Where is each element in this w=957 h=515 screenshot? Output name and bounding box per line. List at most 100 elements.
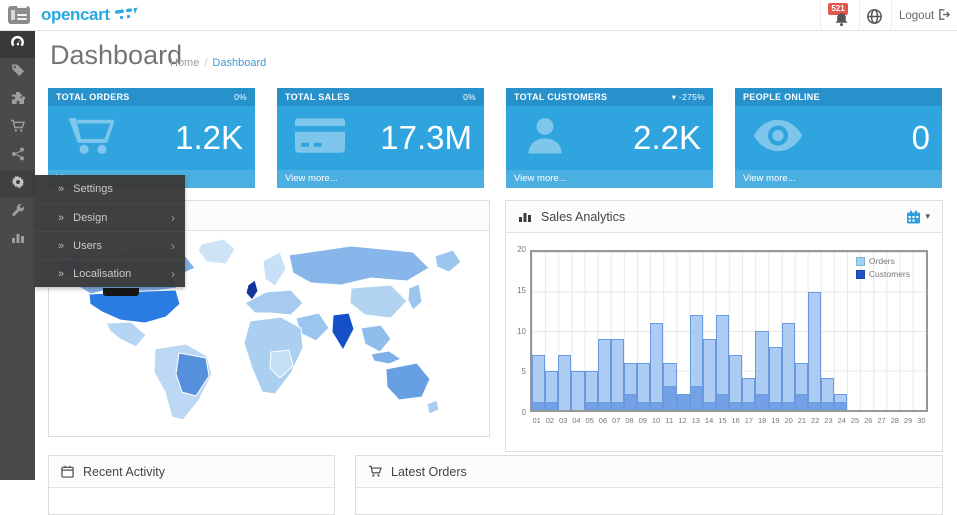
notifications-bell-button[interactable]: 521 <box>828 2 858 30</box>
bar-chart-icon <box>11 231 25 249</box>
tile-view-more-link[interactable]: View more... <box>277 170 484 188</box>
customers-bar <box>703 402 716 410</box>
chart-bar-slot <box>663 252 676 410</box>
chart-bar-slot <box>808 252 821 410</box>
chart-bar-slot <box>650 252 663 410</box>
y-axis-label: 0 <box>522 408 526 417</box>
submenu-item-users[interactable]: »Users› <box>35 231 185 259</box>
tile-view-more-link[interactable]: View more... <box>506 170 713 188</box>
x-axis-label: 06 <box>596 416 609 425</box>
chevron-right-icon: › <box>171 267 175 281</box>
double-chevron-icon: » <box>58 183 64 195</box>
page-title: Dashboard <box>50 40 182 71</box>
tile-value: 2.2K <box>633 106 701 170</box>
legend-label: Customers <box>869 269 910 279</box>
x-axis-label: 09 <box>636 416 649 425</box>
double-chevron-icon: » <box>58 240 64 252</box>
submenu-item-label: Design <box>73 212 171 224</box>
customers-bar <box>690 386 703 410</box>
menu-toggle-icon[interactable] <box>8 6 30 24</box>
tile-view-more-link[interactable]: View more... <box>735 170 942 188</box>
legend-swatch <box>856 270 865 279</box>
x-axis-label: 10 <box>649 416 662 425</box>
sidebar-item-sales[interactable] <box>0 114 35 142</box>
calendar-dropdown-button[interactable]: ▾ <box>906 210 930 224</box>
customers-bar <box>585 402 598 410</box>
chart-bar-slot <box>716 252 729 410</box>
wrench-icon <box>11 203 25 222</box>
customers-bar <box>716 394 729 410</box>
tile-value: 1.2K <box>175 106 243 170</box>
x-axis-label: 26 <box>862 416 875 425</box>
recent-activity-panel: Recent Activity <box>48 455 335 515</box>
globe-icon[interactable] <box>866 8 884 26</box>
submenu-item-localisation[interactable]: »Localisation› <box>35 259 185 287</box>
chart-bar-slot <box>532 252 545 410</box>
y-axis-label: 5 <box>522 367 526 376</box>
customers-bar <box>637 402 650 410</box>
sidebar-item-reports[interactable] <box>0 226 35 254</box>
chart-bar-slot <box>624 252 637 410</box>
x-axis-label: 13 <box>689 416 702 425</box>
x-axis-label: 07 <box>610 416 623 425</box>
sidebar-item-marketing[interactable] <box>0 142 35 170</box>
x-axis-label: 24 <box>835 416 848 425</box>
customers-bar <box>795 394 808 410</box>
stat-tile-total-orders: TOTAL ORDERS0%1.2KView more... <box>48 88 255 188</box>
orders-bar <box>782 323 795 410</box>
calendar-icon <box>61 465 74 478</box>
cart-logo-icon <box>114 7 138 27</box>
customers-bar <box>532 402 545 410</box>
orders-bar <box>769 347 782 410</box>
customers-bar <box>729 402 742 410</box>
sidebar-item-catalog[interactable] <box>0 58 35 86</box>
opencart-logo[interactable]: opencart <box>41 5 138 27</box>
submenu-item-label: Settings <box>73 183 175 195</box>
orders-bar <box>703 339 716 410</box>
chart-bar-slot <box>598 252 611 410</box>
submenu-item-design[interactable]: »Design› <box>35 203 185 231</box>
chart-bar-slot <box>571 252 584 410</box>
stat-tile-total-customers: TOTAL CUSTOMERS▾ -275%2.2KView more... <box>506 88 713 188</box>
sidebar-item-system[interactable] <box>0 170 35 198</box>
sidebar-item-extensions[interactable] <box>0 86 35 114</box>
chart-bar-slot <box>755 252 768 410</box>
breadcrumb-home[interactable]: Home <box>170 57 199 69</box>
y-axis-label: 20 <box>517 245 526 254</box>
customers-bar <box>742 402 755 410</box>
customers-bar <box>598 402 611 410</box>
x-axis-label: 19 <box>769 416 782 425</box>
breadcrumb: Home/Dashboard <box>170 57 266 69</box>
chart-bar-slot <box>729 252 742 410</box>
top-bar: opencart 521 Logout <box>0 0 957 31</box>
sidebar-item-dashboard[interactable] <box>0 30 35 58</box>
x-axis-label: 22 <box>809 416 822 425</box>
tile-title: TOTAL SALES <box>285 92 350 102</box>
recent-activity-title: Recent Activity <box>83 465 165 479</box>
x-axis-label: 23 <box>822 416 835 425</box>
x-axis-label: 01 <box>530 416 543 425</box>
tile-percent: ▾ -275% <box>672 92 705 103</box>
latest-orders-title: Latest Orders <box>391 465 467 479</box>
customers-bar <box>834 402 847 410</box>
sales-analytics-panel: Sales Analytics ▾ 20151050 0102030405060… <box>505 200 943 452</box>
x-axis-label: 08 <box>623 416 636 425</box>
share-icon <box>11 147 25 166</box>
sidebar-item-tools[interactable] <box>0 198 35 226</box>
legend-swatch <box>856 257 865 266</box>
orders-bar <box>808 292 821 411</box>
chart-bar-slot <box>913 252 926 410</box>
tile-value: 17.3M <box>380 106 472 170</box>
system-submenu: »Settings»Design›»Users›»Localisation› <box>35 175 185 287</box>
submenu-item-settings[interactable]: » Settings <box>35 175 185 203</box>
orders-bar <box>571 371 584 411</box>
bell-icon <box>834 12 849 32</box>
chart-bar-slot <box>821 252 834 410</box>
orders-bar <box>611 339 624 410</box>
logout-button[interactable]: Logout <box>899 8 951 22</box>
x-axis-label: 16 <box>729 416 742 425</box>
x-axis-label: 12 <box>676 416 689 425</box>
x-axis-label: 25 <box>848 416 861 425</box>
logout-label: Logout <box>899 10 934 22</box>
breadcrumb-current: Dashboard <box>212 57 266 69</box>
